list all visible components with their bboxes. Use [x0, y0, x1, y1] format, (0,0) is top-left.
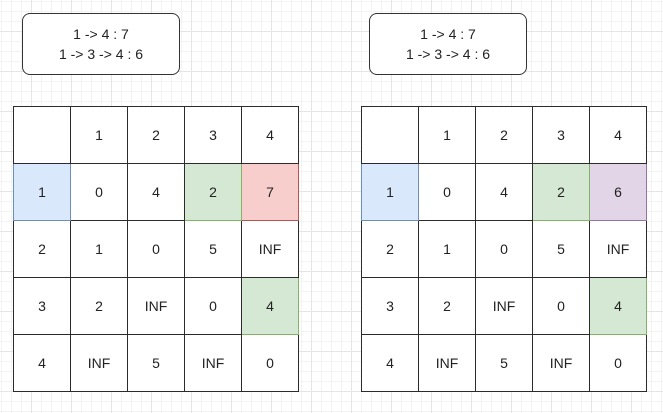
cell-3-2: INF [475, 277, 533, 335]
row-header-4: 4 [361, 334, 419, 392]
matrix-row-4: 4 INF 5 INF 0 [13, 334, 299, 392]
cell-4-3: INF [184, 334, 242, 392]
col-header-4: 4 [241, 106, 299, 164]
row-header-2: 2 [361, 220, 419, 278]
cell-3-4: 4 [241, 277, 299, 335]
distance-matrix-after: 1 2 3 4 1 0 4 2 6 2 1 0 5 INF 3 2 INF 0 … [361, 106, 647, 392]
row-header-2: 2 [13, 220, 71, 278]
cell-2-4: INF [589, 220, 647, 278]
distance-matrix-before: 1 2 3 4 1 0 4 2 7 2 1 0 5 INF 3 2 INF 0 … [13, 106, 299, 392]
cell-2-2: 0 [127, 220, 185, 278]
col-header-3: 3 [532, 106, 590, 164]
cell-2-1: 1 [418, 220, 476, 278]
cell-1-3: 2 [532, 163, 590, 221]
cell-2-3: 5 [532, 220, 590, 278]
col-header-1: 1 [418, 106, 476, 164]
cell-3-3: 0 [532, 277, 590, 335]
col-header-2: 2 [475, 106, 533, 164]
corner-cell [13, 106, 71, 164]
cell-1-4: 7 [241, 163, 299, 221]
matrix-row-3: 3 2 INF 0 4 [13, 277, 299, 335]
cell-1-2: 4 [127, 163, 185, 221]
path-note-after: 1 -> 4 : 7 1 -> 3 -> 4 : 6 [369, 13, 527, 75]
cell-4-1: INF [70, 334, 128, 392]
matrix-row-2: 2 1 0 5 INF [361, 220, 647, 278]
cell-1-3: 2 [184, 163, 242, 221]
cell-4-2: 5 [475, 334, 533, 392]
row-header-3: 3 [361, 277, 419, 335]
row-header-3: 3 [13, 277, 71, 335]
cell-1-4: 6 [589, 163, 647, 221]
col-header-4: 4 [589, 106, 647, 164]
path-line-via-3: 1 -> 3 -> 4 : 6 [405, 46, 491, 62]
cell-4-4: 0 [241, 334, 299, 392]
path-line-via-3: 1 -> 3 -> 4 : 6 [58, 46, 144, 62]
path-line-direct: 1 -> 4 : 7 [73, 26, 129, 42]
cell-1-1: 0 [70, 163, 128, 221]
matrix-row-1: 1 0 4 2 6 [361, 163, 647, 221]
matrix-row-1: 1 0 4 2 7 [13, 163, 299, 221]
cell-4-1: INF [418, 334, 476, 392]
cell-4-4: 0 [589, 334, 647, 392]
cell-2-4: INF [241, 220, 299, 278]
matrix-row-3: 3 2 INF 0 4 [361, 277, 647, 335]
cell-2-1: 1 [70, 220, 128, 278]
cell-3-3: 0 [184, 277, 242, 335]
cell-1-2: 4 [475, 163, 533, 221]
matrix-row-4: 4 INF 5 INF 0 [361, 334, 647, 392]
path-line-direct: 1 -> 4 : 7 [420, 26, 476, 42]
cell-2-3: 5 [184, 220, 242, 278]
row-header-1: 1 [13, 163, 71, 221]
path-note-before: 1 -> 4 : 7 1 -> 3 -> 4 : 6 [22, 13, 180, 75]
cell-3-1: 2 [70, 277, 128, 335]
col-header-2: 2 [127, 106, 185, 164]
cell-3-4: 4 [589, 277, 647, 335]
matrix-row-2: 2 1 0 5 INF [13, 220, 299, 278]
cell-1-1: 0 [418, 163, 476, 221]
row-header-4: 4 [13, 334, 71, 392]
col-header-1: 1 [70, 106, 128, 164]
cell-2-2: 0 [475, 220, 533, 278]
col-header-3: 3 [184, 106, 242, 164]
header-row: 1 2 3 4 [361, 106, 647, 164]
cell-3-2: INF [127, 277, 185, 335]
header-row: 1 2 3 4 [13, 106, 299, 164]
corner-cell [361, 106, 419, 164]
cell-4-3: INF [532, 334, 590, 392]
cell-4-2: 5 [127, 334, 185, 392]
row-header-1: 1 [361, 163, 419, 221]
cell-3-1: 2 [418, 277, 476, 335]
